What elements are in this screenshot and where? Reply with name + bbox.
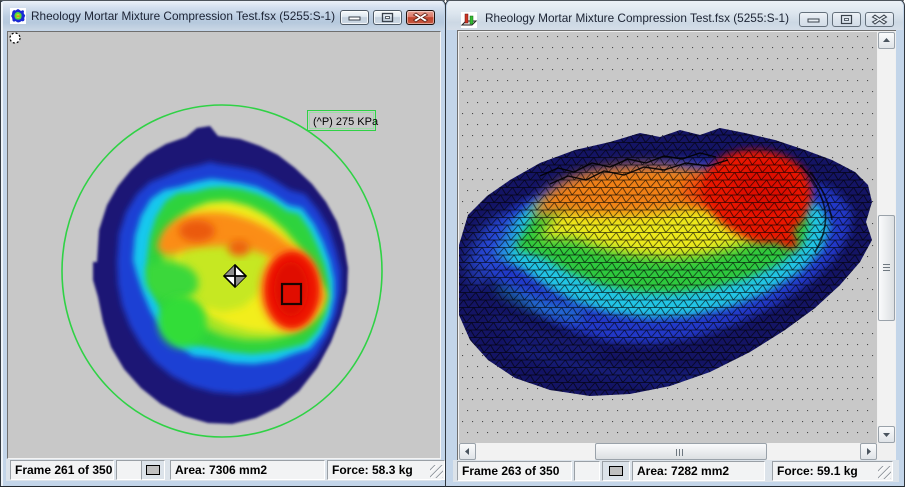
- svg-text:(^P) 275 KPa: (^P) 275 KPa: [313, 116, 379, 128]
